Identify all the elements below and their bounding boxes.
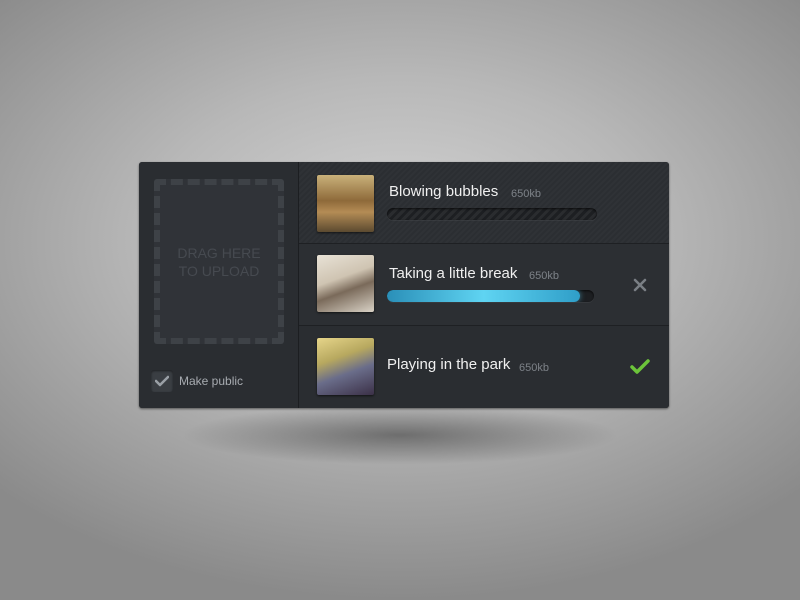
upload-title: Taking a little break bbox=[389, 265, 518, 282]
thumbnail bbox=[317, 175, 374, 232]
file-size: 650kb bbox=[529, 270, 559, 282]
upload-item: Taking a little break 650kb bbox=[299, 244, 669, 326]
make-public-label: Make public bbox=[179, 374, 244, 388]
drop-zone-label: DRAG HERE TO UPLOAD bbox=[177, 244, 261, 279]
thumbnail bbox=[317, 338, 374, 395]
checkmark-icon bbox=[630, 359, 650, 374]
checkmark-icon bbox=[155, 375, 169, 387]
upload-item: Blowing bubbles 650kb bbox=[299, 162, 669, 244]
upload-title: Blowing bubbles bbox=[389, 183, 499, 200]
close-icon bbox=[633, 278, 647, 292]
make-public-option[interactable]: Make public bbox=[151, 370, 243, 392]
file-size: 650kb bbox=[511, 188, 541, 200]
progress-fill bbox=[387, 290, 580, 302]
progress-bar bbox=[387, 208, 597, 220]
make-public-checkbox[interactable] bbox=[151, 370, 173, 392]
upload-sidebar: DRAG HERE TO UPLOAD Make public bbox=[139, 162, 299, 408]
cancel-upload-button[interactable] bbox=[632, 277, 648, 293]
file-size: 650kb bbox=[519, 362, 549, 374]
panel-shadow bbox=[180, 405, 620, 465]
drop-zone[interactable]: DRAG HERE TO UPLOAD bbox=[154, 179, 284, 344]
upload-list: Blowing bubbles 650kb Taking a little br… bbox=[299, 162, 669, 408]
progress-bar bbox=[387, 290, 594, 302]
thumbnail bbox=[317, 255, 374, 312]
upload-item: Playing in the park 650kb bbox=[299, 326, 669, 408]
upload-title: Playing in the park bbox=[387, 356, 511, 373]
upload-panel: DRAG HERE TO UPLOAD Make public Blowing … bbox=[139, 162, 669, 408]
upload-complete-indicator bbox=[630, 357, 650, 377]
